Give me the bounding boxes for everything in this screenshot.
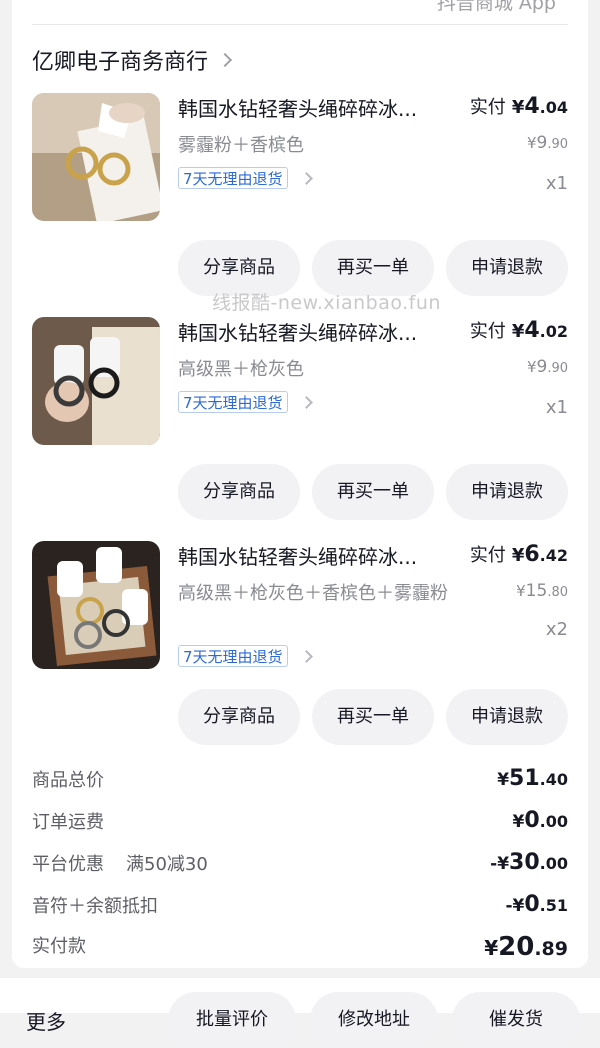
amount-integer: 20 xyxy=(498,932,535,962)
amount-integer: 0 xyxy=(524,808,540,833)
original-price: ¥ 15 .80 xyxy=(516,581,568,601)
currency: ¥ xyxy=(497,770,510,790)
modify-address-button[interactable]: 修改地址 xyxy=(310,992,438,1048)
paid-total-label: 实付款 xyxy=(32,936,86,957)
watermark: 线报酷-new.xianbao.fun xyxy=(212,292,441,314)
promo-text: 满50减30 xyxy=(126,854,208,875)
currency: -¥ xyxy=(505,896,525,916)
buy-again-button[interactable]: 再买一单 xyxy=(312,464,434,520)
paid-total-row: 实付款 ¥ 20 .89 xyxy=(32,932,568,962)
quantity: x1 xyxy=(545,397,568,418)
paid-decimal: .42 xyxy=(539,546,568,565)
return-policy-badge[interactable]: 7天无理由退货 xyxy=(178,167,288,189)
product-title[interactable]: 韩国水钻轻奢头绳碎碎冰... xyxy=(178,543,448,571)
share-product-button[interactable]: 分享商品 xyxy=(178,689,300,745)
goods-total-row: 商品总价 ¥ 51 .40 xyxy=(32,766,568,796)
orig-integer: 9 xyxy=(536,357,548,377)
product-spec: 高级黑＋枪灰色 xyxy=(178,359,304,380)
amount-decimal: .00 xyxy=(539,812,568,831)
platform-discount-row: 平台优惠 满50减30 -¥ 30 .00 xyxy=(32,850,568,880)
product-image[interactable] xyxy=(32,541,160,669)
orig-currency: ¥ xyxy=(526,134,537,152)
bottom-action-bar: 更多 批量评价 修改地址 催发货 xyxy=(0,978,600,1048)
paid-integer: 4 xyxy=(524,94,540,119)
request-refund-button[interactable]: 申请退款 xyxy=(446,689,568,745)
shipping-row: 订单运费 ¥ 0 .00 xyxy=(32,808,568,838)
top-divider xyxy=(32,24,568,25)
order-item: 韩国水钻轻奢头绳碎碎冰... 高级黑＋枪灰色＋香槟色＋雾霾粉 7天无理由退货 实… xyxy=(32,541,568,751)
chevron-right-icon xyxy=(300,396,313,409)
product-image[interactable] xyxy=(32,317,160,445)
paid-price: 实付 ¥ 4 .02 xyxy=(470,317,568,343)
paid-label: 实付 xyxy=(469,545,506,566)
amount-decimal: .51 xyxy=(539,896,568,915)
amount-integer: 51 xyxy=(509,766,540,791)
chevron-right-icon xyxy=(300,650,313,663)
platform-discount-label: 平台优惠 满50减30 xyxy=(32,850,208,876)
amount-decimal: .89 xyxy=(534,938,568,960)
orig-integer: 15 xyxy=(525,581,548,601)
orig-decimal: .80 xyxy=(547,585,568,600)
deduction-row: 音符＋余额抵扣 -¥ 0 .51 xyxy=(32,892,568,922)
currency: ¥ xyxy=(512,812,525,832)
amount-integer: 0 xyxy=(524,892,540,917)
order-item: 韩国水钻轻奢头绳碎碎冰... 雾霾粉＋香槟色 7天无理由退货 实付 ¥ 4 .0… xyxy=(32,93,568,303)
request-refund-button[interactable]: 申请退款 xyxy=(446,240,568,296)
return-policy-badge[interactable]: 7天无理由退货 xyxy=(178,391,288,413)
original-price: ¥ 9 .90 xyxy=(527,357,568,377)
product-title[interactable]: 韩国水钻轻奢头绳碎碎冰... xyxy=(178,95,448,123)
currency: ¥ xyxy=(484,936,499,960)
product-spec: 高级黑＋枪灰色＋香槟色＋雾霾粉 xyxy=(178,583,448,604)
orig-currency: ¥ xyxy=(526,358,537,376)
orig-integer: 9 xyxy=(536,133,548,153)
deduction-label: 音符＋余额抵扣 xyxy=(32,896,158,917)
buy-again-button[interactable]: 再买一单 xyxy=(312,689,434,745)
shop-name: 亿卿电子商务商行 xyxy=(32,50,209,75)
paid-decimal: .02 xyxy=(539,322,568,341)
paid-integer: 6 xyxy=(524,542,540,567)
paid-price: 实付 ¥ 6 .42 xyxy=(470,541,568,567)
amount-decimal: .00 xyxy=(539,854,568,873)
shipping-label: 订单运费 xyxy=(32,812,104,833)
quantity: x2 xyxy=(545,619,568,640)
app-tip: 抖音商城 App xyxy=(436,0,556,14)
request-refund-button[interactable]: 申请退款 xyxy=(446,464,568,520)
platform-discount-title: 平台优惠 xyxy=(32,854,104,875)
orig-currency: ¥ xyxy=(516,582,526,600)
paid-currency: ¥ xyxy=(511,321,525,342)
batch-review-button[interactable]: 批量评价 xyxy=(168,992,296,1048)
product-title[interactable]: 韩国水钻轻奢头绳碎碎冰... xyxy=(178,319,448,347)
amount-decimal: .40 xyxy=(539,770,568,789)
original-price: ¥ 9 .90 xyxy=(527,133,568,153)
shipping-amount: ¥ 0 .00 xyxy=(513,808,569,833)
platform-discount-amount: -¥ 30 .00 xyxy=(490,850,568,875)
orig-decimal: .90 xyxy=(547,137,568,152)
goods-total-amount: ¥ 51 .40 xyxy=(497,766,568,791)
paid-price: 实付 ¥ 4 .04 xyxy=(470,93,568,119)
amount-integer: 30 xyxy=(509,850,540,875)
deduction-amount: -¥ 0 .51 xyxy=(505,892,568,917)
share-product-button[interactable]: 分享商品 xyxy=(178,464,300,520)
paid-currency: ¥ xyxy=(511,545,525,566)
orig-decimal: .90 xyxy=(547,361,568,376)
paid-currency: ¥ xyxy=(511,97,525,118)
order-item: 韩国水钻轻奢头绳碎碎冰... 高级黑＋枪灰色 7天无理由退货 实付 ¥ 4 .0… xyxy=(32,317,568,527)
paid-total-amount: ¥ 20 .89 xyxy=(484,932,568,962)
return-policy-badge[interactable]: 7天无理由退货 xyxy=(178,645,288,667)
product-image[interactable] xyxy=(32,93,160,221)
paid-integer: 4 xyxy=(524,318,540,343)
urge-shipping-button[interactable]: 催发货 xyxy=(452,992,580,1048)
goods-total-label: 商品总价 xyxy=(32,770,104,791)
shop-name-link[interactable]: 亿卿电子商务商行 xyxy=(32,44,233,76)
chevron-right-icon xyxy=(217,52,233,68)
currency: -¥ xyxy=(490,854,510,874)
more-button[interactable]: 更多 xyxy=(26,1006,66,1035)
quantity: x1 xyxy=(545,173,568,194)
paid-decimal: .04 xyxy=(539,98,568,117)
chevron-right-icon xyxy=(300,172,313,185)
paid-label: 实付 xyxy=(469,321,506,342)
paid-label: 实付 xyxy=(469,97,506,118)
product-spec: 雾霾粉＋香槟色 xyxy=(178,135,304,156)
